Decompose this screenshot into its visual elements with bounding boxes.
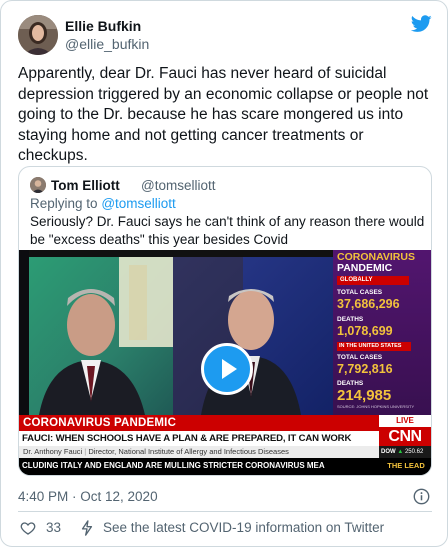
source-label: SOURCE: JOHNS HOPKINS UNIVERSITY (337, 404, 415, 409)
dow-arrow-icon: ▲ (397, 449, 404, 455)
us-total-cases-value: 7,792,816 (337, 362, 393, 376)
global-total-cases-value: 37,686,296 (337, 297, 400, 311)
cnn-logo: CNN (388, 428, 422, 445)
sidebar-title-2: PANDEMIC (337, 262, 393, 274)
covid-info-link[interactable]: See the latest COVID-19 information on T… (103, 520, 384, 535)
quoted-author-handle[interactable]: @tomselliott (141, 178, 215, 193)
quoted-author-avatar[interactable] (30, 177, 46, 193)
lightning-icon (81, 520, 93, 536)
show-name: THE LEAD (387, 461, 425, 470)
author-avatar[interactable] (18, 15, 58, 55)
dow-label: DOW (381, 449, 396, 455)
footer-divider (18, 511, 432, 512)
banner-red-label: CORONAVIRUS PANDEMIC (23, 417, 177, 429)
tweet-card[interactable]: Ellie Bufkin @ellie_bufkin Apparently, d… (0, 0, 448, 547)
heart-icon[interactable] (20, 520, 36, 536)
quoted-tweet[interactable]: Tom Elliott @tomselliott Replying to @to… (18, 166, 432, 476)
quoted-tweet-text: Seriously? Dr. Fauci says he can't think… (30, 214, 425, 247)
author-handle[interactable]: @ellie_bufkin (65, 36, 149, 52)
banner-headline: FAUCI: WHEN SCHOOLS HAVE A PLAN & ARE PR… (22, 433, 352, 444)
dow-value: 250.62 (404, 449, 424, 455)
replying-to-prefix: Replying to (30, 196, 98, 211)
speaker-title: Director, National Institute of Allergy … (88, 447, 289, 456)
info-icon[interactable] (413, 488, 430, 505)
twitter-bird-icon[interactable] (411, 15, 432, 33)
cnn-sidebar: CORONAVIRUS PANDEMIC GLOBALLY TOTAL CASE… (337, 252, 429, 409)
us-label: IN THE UNITED STATES (337, 342, 411, 351)
speaker-name: Dr. Anthony Fauci (23, 447, 83, 456)
quoted-author-name[interactable]: Tom Elliott (51, 178, 120, 193)
global-total-cases-label: TOTAL CASES (337, 289, 383, 296)
replying-to-mention[interactable]: @tomselliott (101, 196, 175, 211)
speaker-caption: Dr. Anthony Fauci | Director, National I… (23, 447, 289, 457)
like-count[interactable]: 33 (46, 520, 61, 535)
video-player[interactable]: CORONAVIRUS PANDEMIC GLOBALLY TOTAL CASE… (19, 250, 431, 475)
us-deaths-value: 214,985 (337, 387, 392, 404)
tweet-text: Apparently, dear Dr. Fauci has never hea… (18, 65, 429, 164)
globally-label: GLOBALLY (337, 276, 409, 285)
dow-readout: DOW ▲ 250.62 (381, 447, 431, 457)
live-label: LIVE (396, 416, 414, 425)
global-deaths-value: 1,078,699 (337, 324, 393, 338)
play-icon (222, 359, 237, 379)
us-total-cases-label: TOTAL CASES (337, 354, 383, 361)
author-name[interactable]: Ellie Bufkin (65, 18, 141, 34)
global-deaths-label: DEATHS (337, 316, 364, 323)
news-ticker: CLUDING ITALY AND ENGLAND ARE MULLING ST… (22, 461, 325, 470)
tweet-header: Ellie Bufkin @ellie_bufkin (18, 15, 432, 55)
tweet-timestamp[interactable]: 4:40 PM · Oct 12, 2020 (18, 489, 158, 504)
play-button[interactable] (201, 343, 253, 395)
replying-to: Replying to @tomselliott (30, 196, 176, 211)
